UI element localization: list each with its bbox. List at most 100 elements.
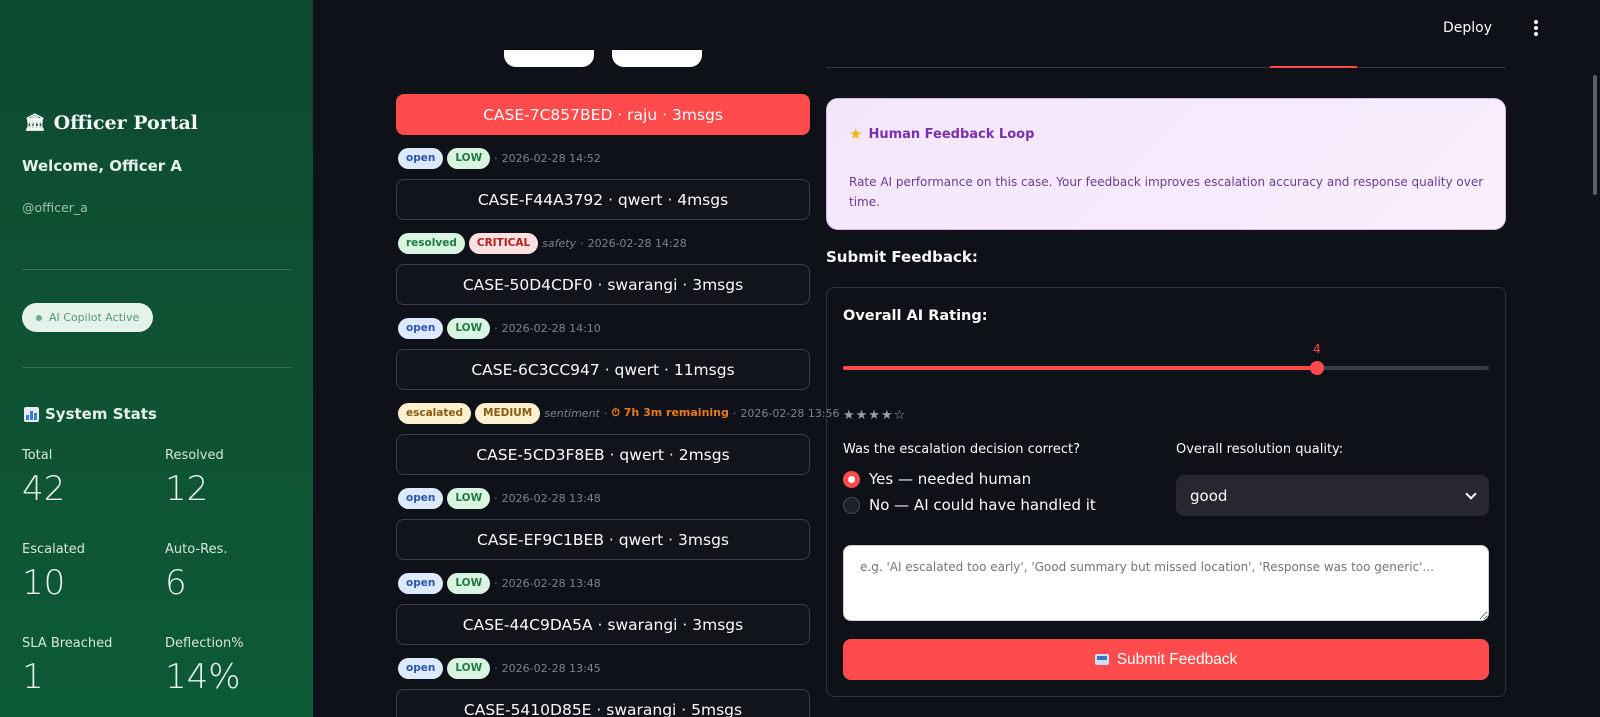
priority-badge: LOW bbox=[447, 657, 491, 679]
escalation-option-no[interactable]: No — AI could have handled it bbox=[843, 496, 1096, 514]
priority-badge: CRITICAL bbox=[468, 232, 539, 254]
rating-slider-thumb[interactable] bbox=[1310, 361, 1324, 375]
rating-slider-value: 4 bbox=[1313, 342, 1321, 356]
page-scrollbar[interactable] bbox=[1590, 75, 1600, 195]
quality-label: Overall resolution quality: bbox=[1176, 442, 1344, 457]
stat-auto-res: Auto-Res. 6 bbox=[165, 542, 227, 603]
case-timestamp: 2026-02-28 13:48 bbox=[501, 576, 601, 590]
sla-timer-text: 7h 3m remaining bbox=[623, 406, 729, 419]
sidebar-divider bbox=[22, 269, 291, 270]
sidebar-divider bbox=[22, 367, 291, 368]
case-button[interactable]: CASE-44C9DA5A · swarangi · 3msgs bbox=[396, 604, 810, 645]
status-badge: open bbox=[398, 572, 444, 594]
case-timestamp: 2026-02-28 14:10 bbox=[501, 321, 601, 335]
sla-timer: ⏱ 7h 3m remaining bbox=[611, 406, 729, 420]
radio-selected-icon[interactable] bbox=[843, 470, 860, 488]
top-action-button[interactable] bbox=[504, 50, 594, 67]
case-button[interactable]: CASE-6C3CC947 · qwert · 11msgs bbox=[396, 349, 810, 390]
submit-feedback-label: Submit Feedback bbox=[1116, 650, 1238, 668]
stat-label: Resolved bbox=[165, 448, 224, 463]
quality-select[interactable]: good bbox=[1176, 475, 1489, 516]
feedback-comment-input[interactable] bbox=[843, 545, 1489, 621]
main-menu-icon[interactable] bbox=[1528, 18, 1544, 38]
case-timestamp: 2026-02-28 13:48 bbox=[501, 491, 601, 505]
stat-value: 12 bbox=[165, 469, 209, 509]
app-root: 🏛 Officer Portal Welcome, Officer A @off… bbox=[0, 0, 1600, 717]
stat-resolved: Resolved 12 bbox=[165, 448, 224, 509]
sidebar: 🏛 Officer Portal Welcome, Officer A @off… bbox=[0, 0, 313, 717]
case-timestamp: 2026-02-28 14:52 bbox=[501, 151, 601, 165]
radio-unselected-icon[interactable] bbox=[843, 496, 860, 514]
priority-badge: LOW bbox=[447, 147, 491, 169]
meta-separator: · bbox=[494, 576, 498, 590]
rating-slider-fill bbox=[843, 366, 1317, 370]
stat-deflection: Deflection% 14% bbox=[165, 636, 244, 697]
meta-separator: · bbox=[603, 406, 608, 420]
stat-label: Auto-Res. bbox=[165, 542, 228, 557]
case-button[interactable]: CASE-F44A3792 · qwert · 4msgs bbox=[396, 179, 810, 220]
scrollbar-thumb[interactable] bbox=[1593, 75, 1597, 195]
stat-label: SLA Breached bbox=[22, 636, 113, 651]
priority-badge: LOW bbox=[447, 487, 491, 509]
case-category: sentiment bbox=[544, 406, 600, 420]
escalation-option-yes[interactable]: Yes — needed human bbox=[843, 470, 1031, 488]
copilot-status-badge: AI Copilot Active bbox=[22, 303, 154, 332]
case-meta: open LOW · 2026-02-28 13:45 bbox=[398, 657, 601, 679]
case-button[interactable]: CASE-7C857BED · raju · 3msgs bbox=[396, 94, 810, 135]
portal-title: 🏛 Officer Portal bbox=[24, 112, 198, 134]
mailbox-icon bbox=[1094, 654, 1109, 665]
meta-separator: · bbox=[494, 661, 498, 675]
stat-value: 42 bbox=[22, 469, 66, 509]
meta-separator: · bbox=[494, 151, 498, 165]
stat-value: 6 bbox=[165, 563, 187, 603]
rating-label: Overall AI Rating: bbox=[843, 308, 988, 324]
case-button[interactable]: CASE-EF9C1BEB · qwert · 3msgs bbox=[396, 519, 810, 560]
feedback-info-title: ★ Human Feedback Loop bbox=[849, 125, 1034, 143]
bank-icon: 🏛 bbox=[24, 113, 46, 133]
chevron-down-icon bbox=[1465, 487, 1477, 500]
case-meta: escalated MEDIUM sentiment · ⏱ 7h 3m remaini… bbox=[398, 402, 840, 424]
escalation-question: Was the escalation decision correct? bbox=[843, 442, 1080, 457]
bar-chart-icon bbox=[24, 406, 39, 422]
stat-value: 14% bbox=[165, 657, 241, 697]
stat-label: Deflection% bbox=[165, 636, 244, 651]
escalation-option-label: Yes — needed human bbox=[869, 470, 1032, 488]
rating-slider[interactable] bbox=[843, 361, 1489, 375]
stat-sla-breached: SLA Breached 1 bbox=[22, 636, 112, 697]
case-meta: open LOW · 2026-02-28 13:48 bbox=[398, 487, 601, 509]
timer-icon: ⏱ bbox=[611, 406, 624, 419]
quality-select-value: good bbox=[1190, 486, 1228, 505]
username: @officer_a bbox=[22, 200, 88, 215]
stats-title-text: System Stats bbox=[45, 405, 157, 423]
feedback-form: Overall AI Rating: 4 ★★★★☆ Was the escal… bbox=[826, 287, 1506, 697]
priority-badge: LOW bbox=[447, 317, 491, 339]
tab-bar bbox=[826, 67, 1506, 68]
case-meta: open LOW · 2026-02-28 14:52 bbox=[398, 147, 601, 169]
stats-title: System Stats bbox=[24, 405, 157, 423]
stat-value: 1 bbox=[22, 657, 44, 697]
status-badge: open bbox=[398, 487, 444, 509]
case-meta: open LOW · 2026-02-28 14:10 bbox=[398, 317, 601, 339]
star-icon: ★ bbox=[849, 125, 863, 143]
case-timestamp: 2026-02-28 13:56 bbox=[740, 406, 840, 420]
case-button[interactable]: CASE-50D4CDF0 · swarangi · 3msgs bbox=[396, 264, 810, 305]
stat-escalated: Escalated 10 bbox=[22, 542, 85, 603]
deploy-button[interactable]: Deploy bbox=[1443, 20, 1492, 36]
case-category: safety bbox=[542, 236, 577, 250]
case-timestamp: 2026-02-28 14:28 bbox=[587, 236, 687, 250]
rating-stars: ★★★★☆ bbox=[843, 408, 907, 423]
status-badge: open bbox=[398, 147, 444, 169]
submit-feedback-button[interactable]: Submit Feedback bbox=[843, 639, 1489, 680]
stat-value: 10 bbox=[22, 563, 66, 603]
top-action-button[interactable] bbox=[612, 50, 702, 67]
status-badge: open bbox=[398, 317, 444, 339]
priority-badge: LOW bbox=[447, 572, 491, 594]
case-meta: open LOW · 2026-02-28 13:48 bbox=[398, 572, 601, 594]
feedback-info-card: ★ Human Feedback Loop Rate AI performanc… bbox=[826, 98, 1506, 230]
meta-separator: · bbox=[494, 491, 498, 505]
case-button[interactable]: CASE-5CD3F8EB · qwert · 2msgs bbox=[396, 434, 810, 475]
case-meta: resolved CRITICAL safety · 2026-02-28 14:28 bbox=[398, 232, 687, 254]
status-badge: resolved bbox=[398, 232, 465, 254]
case-button[interactable]: CASE-5410D85E · swarangi · 5msgs bbox=[396, 689, 810, 717]
stat-total: Total 42 bbox=[22, 448, 65, 509]
